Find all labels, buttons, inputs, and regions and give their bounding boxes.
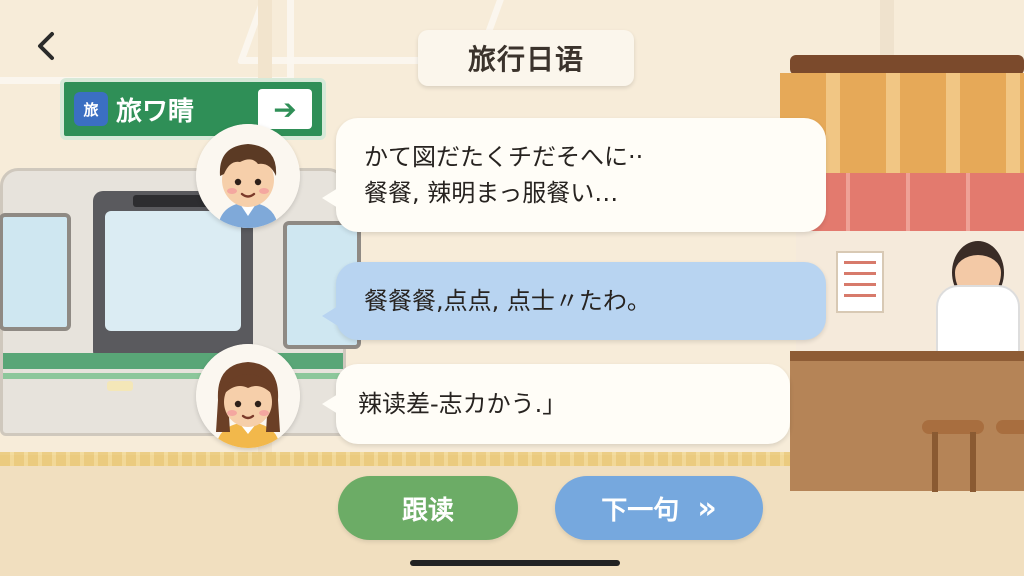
next-sentence-button[interactable]: 下一句 » — [555, 476, 763, 540]
chef-figure — [930, 241, 1020, 355]
ramen-stall — [780, 55, 1024, 491]
shadow-read-button[interactable]: 跟读 — [338, 476, 518, 540]
dialogue-line: かて図だたくチだそへに·· — [364, 143, 644, 171]
menu-board — [836, 251, 884, 313]
avatar-girl — [196, 344, 300, 448]
train-window — [0, 213, 71, 331]
shadow-read-label: 跟读 — [401, 495, 454, 526]
station-sign: 旅 旅ワ睛 ➔ — [60, 78, 326, 140]
chef-body — [936, 285, 1020, 355]
station-sign-badge: 旅 — [74, 92, 108, 126]
train-front-window — [105, 211, 241, 331]
bubble-tail — [322, 306, 338, 326]
girl-face-icon — [196, 344, 300, 448]
dialogue-line: 餐餐, 辣明まっ服餐い… — [364, 179, 619, 207]
dialogue-bubble[interactable]: かて図だたくチだそへに·· 餐餐, 辣明まっ服餐い… — [322, 118, 826, 232]
stall-counter — [790, 351, 1024, 491]
bubble-tail — [322, 394, 338, 414]
station-sign-text: 旅ワ睛 — [116, 96, 195, 127]
dialogue-line: 辣读差-志カかう.」 — [358, 390, 567, 418]
stool-leg — [970, 432, 976, 492]
stool — [996, 420, 1024, 434]
back-button[interactable] — [28, 28, 64, 64]
double-chevron-right-icon: » — [697, 490, 717, 526]
avatar-boy — [196, 124, 300, 228]
stool-leg — [932, 432, 938, 492]
title-banner: 旅行日语 — [418, 30, 634, 86]
arrow-right-icon: ➔ — [258, 89, 312, 129]
dialogue-line: 餐餐餐,点点, 点士〃たわ。 — [364, 287, 651, 315]
bubble-tail — [322, 188, 338, 208]
train-stripe — [3, 353, 343, 369]
dialogue-bubble-highlighted[interactable]: 餐餐餐,点点, 点士〃たわ。 — [322, 262, 826, 340]
boy-face-icon — [196, 124, 300, 228]
home-indicator[interactable] — [410, 560, 620, 566]
stall-roof — [790, 55, 1024, 75]
next-sentence-label: 下一句 — [601, 495, 680, 526]
train-lamp — [107, 381, 133, 391]
page-title: 旅行日语 — [467, 43, 584, 76]
dialogue-bubble[interactable]: 辣读差-志カかう.」 — [322, 364, 790, 444]
platform-tactile-line — [0, 452, 800, 466]
chevron-left-icon — [38, 32, 54, 60]
